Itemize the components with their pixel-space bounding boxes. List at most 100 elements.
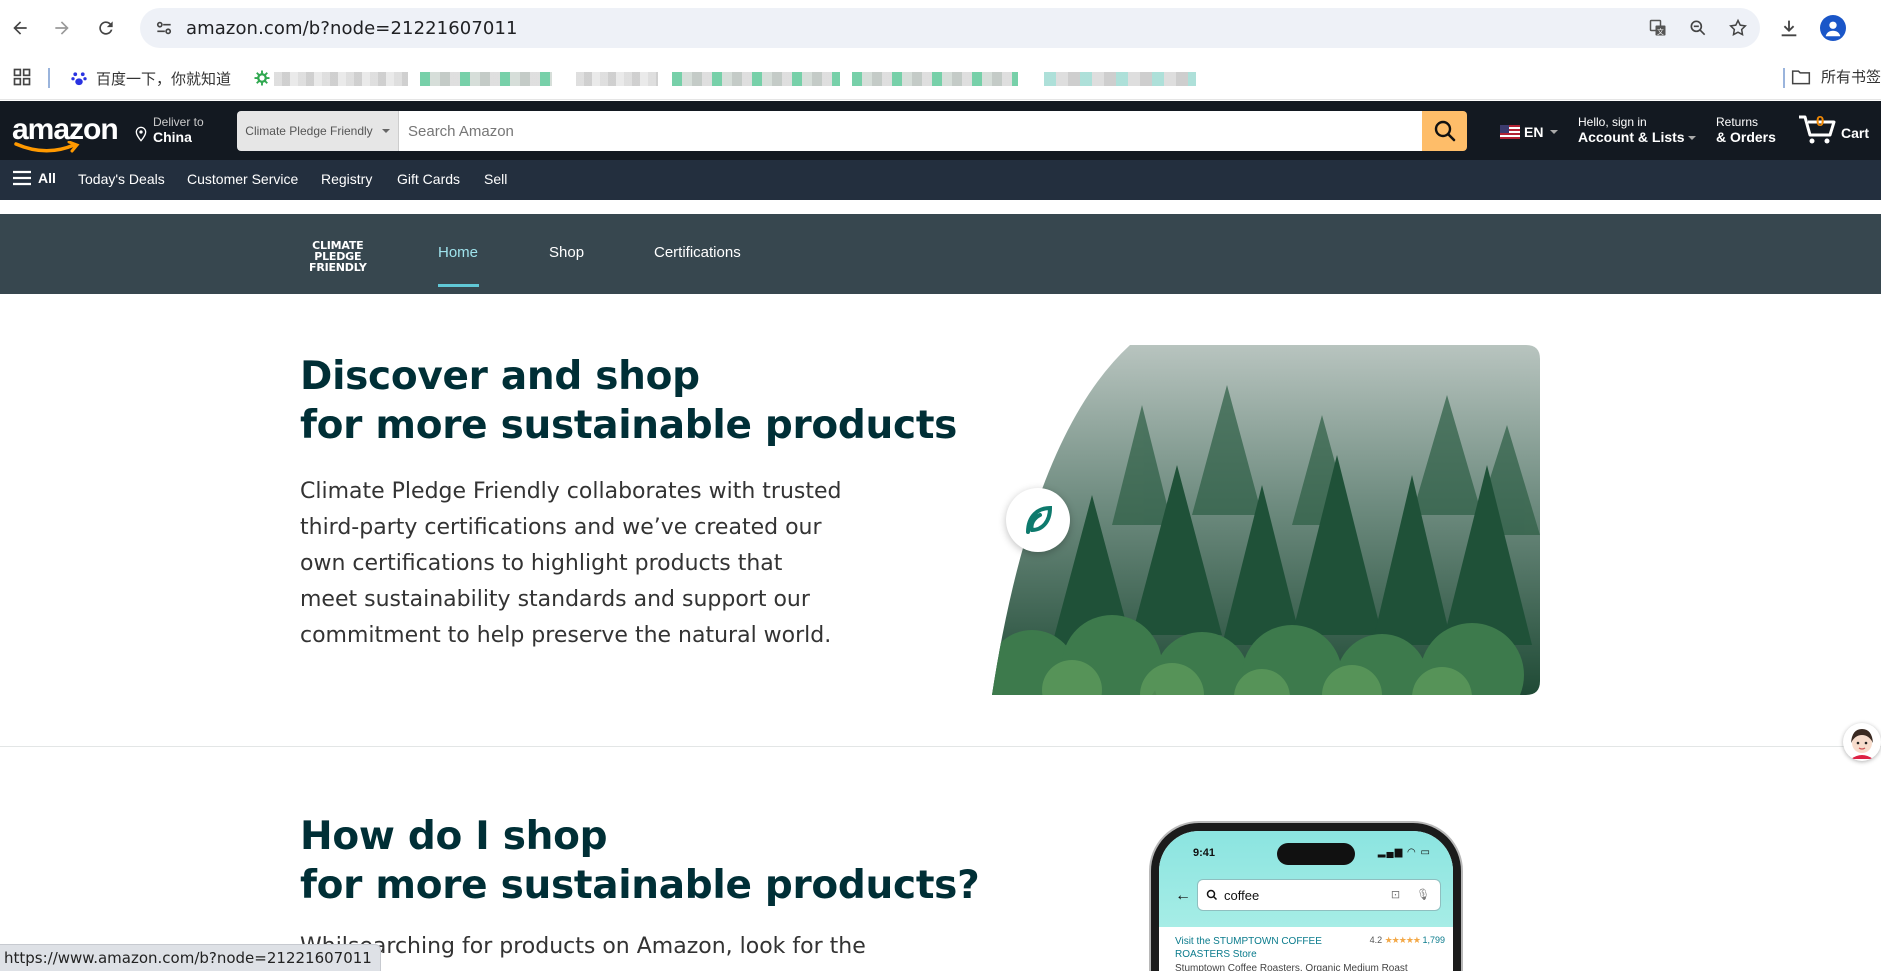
- address-bar[interactable]: amazon.com/b?node=21221607011 文: [140, 8, 1760, 48]
- cart-count: 0: [1816, 113, 1825, 130]
- how-title-line: for more sustainable products?: [300, 863, 980, 908]
- svg-text:文: 文: [1657, 27, 1664, 36]
- active-tab-indicator: [438, 284, 479, 287]
- back-button[interactable]: [0, 8, 40, 48]
- hero-title-line: Discover and shop: [300, 354, 700, 399]
- status-bar-url: https://www.amazon.com/b?node=2122160701…: [0, 944, 381, 971]
- bookmark-baidu[interactable]: 百度一下，你就知道: [70, 66, 231, 90]
- all-menu-button[interactable]: All: [12, 170, 56, 186]
- bookmark-separator: [48, 68, 50, 88]
- baidu-paw-icon: [71, 72, 87, 86]
- subnav-todays-deals[interactable]: Today's Deals: [78, 171, 165, 187]
- all-label: All: [38, 170, 56, 186]
- returns-line2: & Orders: [1716, 129, 1776, 145]
- subnav-registry[interactable]: Registry: [321, 171, 372, 187]
- caret-down-icon: [1550, 130, 1559, 134]
- forward-button[interactable]: [42, 8, 82, 48]
- hero-description: Climate Pledge Friendly collaborates wit…: [300, 479, 842, 648]
- location-pin-icon: [135, 126, 147, 142]
- phone-rating: 4.2 ★★★★★ 1,799: [1370, 935, 1445, 946]
- phone-search-text: coffee: [1224, 887, 1260, 903]
- arrow-left-icon: [13, 21, 27, 35]
- phone-header: 9:41 ▂▄▆ ◠ ▭ ← coffee ⊡ 🎙: [1159, 831, 1453, 927]
- search-bar: Climate Pledge Friendly: [237, 111, 1467, 151]
- tab-certifications[interactable]: Certifications: [654, 244, 741, 261]
- search-category-dropdown[interactable]: Climate Pledge Friendly: [237, 111, 399, 151]
- climate-pledge-nav: CLIMATE PLEDGE FRIENDLY Home Shop Certif…: [0, 214, 1881, 294]
- bookmark-blurred[interactable]: [420, 72, 552, 86]
- microphone-icon: 🎙: [1416, 889, 1430, 901]
- returns-line1: Returns: [1716, 115, 1759, 129]
- phone-mockup: 9:41 ▂▄▆ ◠ ▭ ← coffee ⊡ 🎙 Visit the STUM…: [1151, 823, 1461, 971]
- phone-status-icons: ▂▄▆ ◠ ▭: [1377, 847, 1431, 858]
- camera-icon: ⊡: [1390, 889, 1401, 901]
- amazon-subnav: All Today's Deals Customer Service Regis…: [0, 160, 1881, 200]
- deliver-line1: Deliver to: [153, 115, 204, 129]
- phone-time: 9:41: [1193, 847, 1216, 859]
- reload-button[interactable]: [86, 8, 126, 48]
- bookmarks-bar: 百度一下，你就知道 所有书签: [0, 56, 1881, 100]
- climate-pledge-logo[interactable]: CLIMATE PLEDGE FRIENDLY: [309, 240, 367, 273]
- hero-title: Discover and shop for more sustainable p…: [300, 352, 957, 450]
- bookmark-blurred[interactable]: [672, 72, 840, 86]
- tab-shop[interactable]: Shop: [549, 244, 584, 261]
- subnav-sell[interactable]: Sell: [484, 171, 507, 187]
- bookmark-separator: [1783, 68, 1785, 88]
- search-button[interactable]: [1422, 111, 1467, 151]
- bookmark-blurred[interactable]: [274, 72, 408, 86]
- zoom-icon[interactable]: [1688, 18, 1708, 38]
- us-flag-icon: [1500, 125, 1520, 139]
- hamburger-menu-icon: [13, 170, 31, 186]
- amazon-logo[interactable]: amazon: [12, 113, 119, 153]
- caret-down-icon: [381, 129, 390, 133]
- search-icon: [1206, 889, 1218, 901]
- translate-icon[interactable]: 文: [1648, 18, 1668, 38]
- subnav-customer-service[interactable]: Customer Service: [187, 171, 298, 187]
- logo-line: FRIENDLY: [309, 261, 367, 274]
- section-divider: [0, 746, 1881, 747]
- phone-result: Visit the STUMPTOWN COFFEE ROASTERS Stor…: [1159, 927, 1453, 971]
- star-rating-icon: ★★★★★: [1384, 935, 1421, 945]
- leaf-icon: [1026, 505, 1053, 534]
- bookmark-blurred[interactable]: [576, 72, 658, 86]
- profile-icon[interactable]: [1820, 15, 1846, 41]
- phone-product-title: Stumptown Coffee Roasters, Organic Mediu…: [1175, 963, 1408, 971]
- tab-home[interactable]: Home: [438, 244, 478, 261]
- deliver-to[interactable]: Deliver to China: [133, 115, 204, 145]
- bookmark-blurred[interactable]: [852, 72, 1018, 86]
- gear-green-icon: [254, 70, 270, 86]
- leaf-badge: [1006, 488, 1070, 552]
- all-bookmarks-folder[interactable]: 所有书签: [1791, 66, 1881, 87]
- phone-notch: [1277, 843, 1355, 865]
- browser-toolbar: amazon.com/b?node=21221607011 文: [0, 0, 1881, 56]
- subnav-gift-cards[interactable]: Gift Cards: [397, 171, 460, 187]
- bookmark-label: 百度一下，你就知道: [96, 69, 232, 88]
- cart[interactable]: 0 Cart: [1797, 113, 1869, 145]
- forest-image: [992, 345, 1540, 695]
- folder-label: 所有书签: [1820, 68, 1881, 86]
- account-label: Account & Lists: [1578, 129, 1696, 145]
- account-lists[interactable]: Hello, sign in Account & Lists: [1578, 115, 1696, 145]
- reload-icon: [99, 21, 113, 35]
- assistant-face-icon: [1851, 729, 1873, 759]
- bookmark-blurred[interactable]: [1044, 72, 1196, 86]
- caret-down-icon: [1687, 136, 1696, 141]
- language-selector[interactable]: EN: [1500, 124, 1559, 140]
- search-input[interactable]: [399, 111, 1422, 151]
- url-text: amazon.com/b?node=21221607011: [186, 17, 518, 39]
- deliver-line2: China: [153, 129, 192, 145]
- bookmark-item[interactable]: [253, 66, 271, 90]
- site-settings-icon[interactable]: [154, 18, 174, 38]
- logo-smile-icon: [14, 141, 80, 153]
- phone-store-link: Visit the STUMPTOWN COFFEE ROASTERS Stor…: [1175, 936, 1322, 960]
- arrow-left-icon: ←: [1175, 887, 1191, 904]
- cart-label: Cart: [1841, 125, 1870, 141]
- review-count: 1,799: [1422, 935, 1445, 945]
- returns-orders[interactable]: Returns & Orders: [1716, 115, 1776, 145]
- assistant-avatar[interactable]: [1843, 723, 1881, 761]
- star-bookmark-icon[interactable]: [1728, 18, 1748, 38]
- search-icon: [1434, 120, 1455, 142]
- account-greeting: Hello, sign in: [1578, 115, 1647, 129]
- apps-grid-icon[interactable]: [12, 67, 32, 87]
- download-icon[interactable]: [1778, 17, 1800, 39]
